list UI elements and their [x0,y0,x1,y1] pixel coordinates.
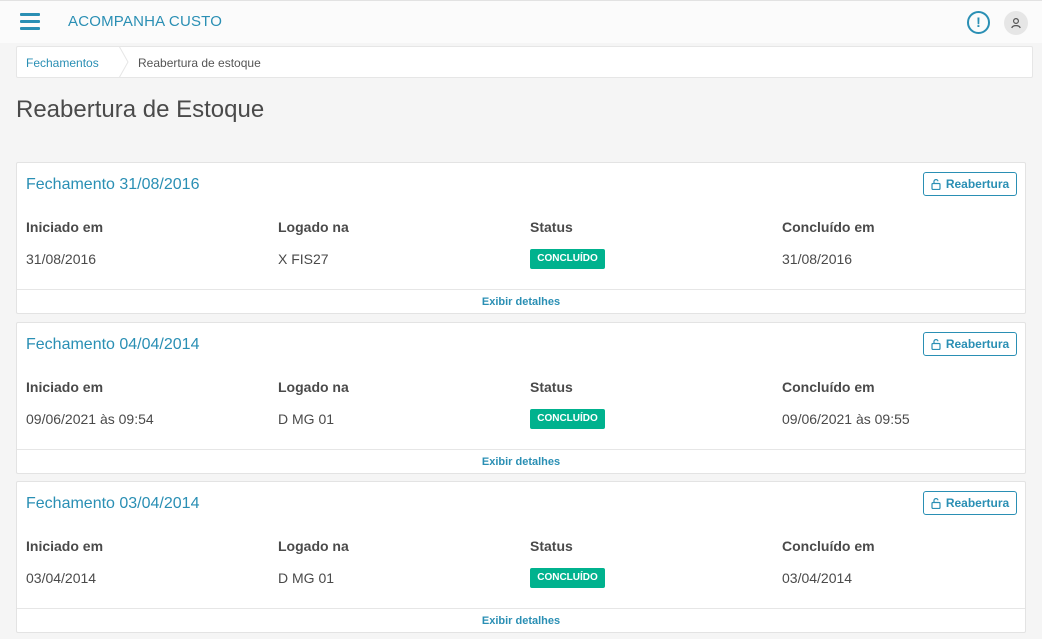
started-value: 03/04/2014 [26,570,97,586]
top-toolbar: ACOMPANHA CUSTO ! [0,0,1042,43]
closing-card: Fechamento 04/04/2014 Reabertura Iniciad… [16,322,1026,474]
status-label: Status [530,219,573,235]
started-label: Iniciado em [26,219,104,235]
completed-value: 09/06/2021 às 09:55 [782,411,910,427]
completed-label: Concluído em [782,538,875,554]
started-value: 09/06/2021 às 09:54 [26,411,154,427]
reopen-button-label: Reabertura [945,337,1010,351]
hamburger-menu-icon[interactable] [20,13,40,30]
breadcrumb: Fechamentos Reabertura de estoque [16,46,1033,78]
status-badge: CONCLUÍDO [530,409,605,429]
logged-value: D MG 01 [278,411,335,427]
closing-title: Fechamento 31/08/2016 [26,176,200,193]
reopen-button[interactable]: Reabertura [923,491,1017,515]
closing-card: Fechamento 31/08/2016 Reabertura Iniciad… [16,162,1026,314]
reopen-button-label: Reabertura [945,496,1010,510]
unlock-icon [931,338,941,350]
show-details-link[interactable]: Exibir detalhes [482,296,560,308]
completed-value: 31/08/2016 [782,251,853,267]
closing-title: Fechamento 03/04/2014 [26,495,200,512]
logged-label: Logado na [278,538,349,554]
started-label: Iniciado em [26,379,104,395]
user-icon [1011,17,1021,29]
show-details-link[interactable]: Exibir detalhes [482,615,560,627]
logged-label: Logado na [278,379,349,395]
logged-label: Logado na [278,219,349,235]
completed-value: 03/04/2014 [782,570,853,586]
unlock-icon [931,497,941,509]
card-footer: Exibir detalhes [17,608,1025,633]
breadcrumb-current: Reabertura de estoque [138,56,261,70]
completed-label: Concluído em [782,379,875,395]
breadcrumb-separator-icon [118,46,129,78]
started-label: Iniciado em [26,538,104,554]
reopen-button-label: Reabertura [945,177,1010,191]
completed-label: Concluído em [782,219,875,235]
breadcrumb-link-fechamentos[interactable]: Fechamentos [26,56,99,70]
notification-icon[interactable]: ! [967,11,990,34]
logged-value: X FIS27 [278,251,329,267]
user-avatar[interactable] [1004,11,1028,35]
show-details-link[interactable]: Exibir detalhes [482,456,560,468]
page-title: Reabertura de Estoque [16,96,265,123]
reopen-button[interactable]: Reabertura [923,332,1017,356]
started-value: 31/08/2016 [26,251,97,267]
logged-value: D MG 01 [278,570,335,586]
closing-title: Fechamento 04/04/2014 [26,336,200,353]
status-label: Status [530,379,573,395]
app-title: ACOMPANHA CUSTO [68,13,223,30]
status-badge: CONCLUÍDO [530,249,605,269]
reopen-button[interactable]: Reabertura [923,172,1017,196]
unlock-icon [931,178,941,190]
card-footer: Exibir detalhes [17,289,1025,314]
status-label: Status [530,538,573,554]
closing-card: Fechamento 03/04/2014 Reabertura Iniciad… [16,481,1026,633]
status-badge: CONCLUÍDO [530,568,605,588]
card-footer: Exibir detalhes [17,449,1025,474]
